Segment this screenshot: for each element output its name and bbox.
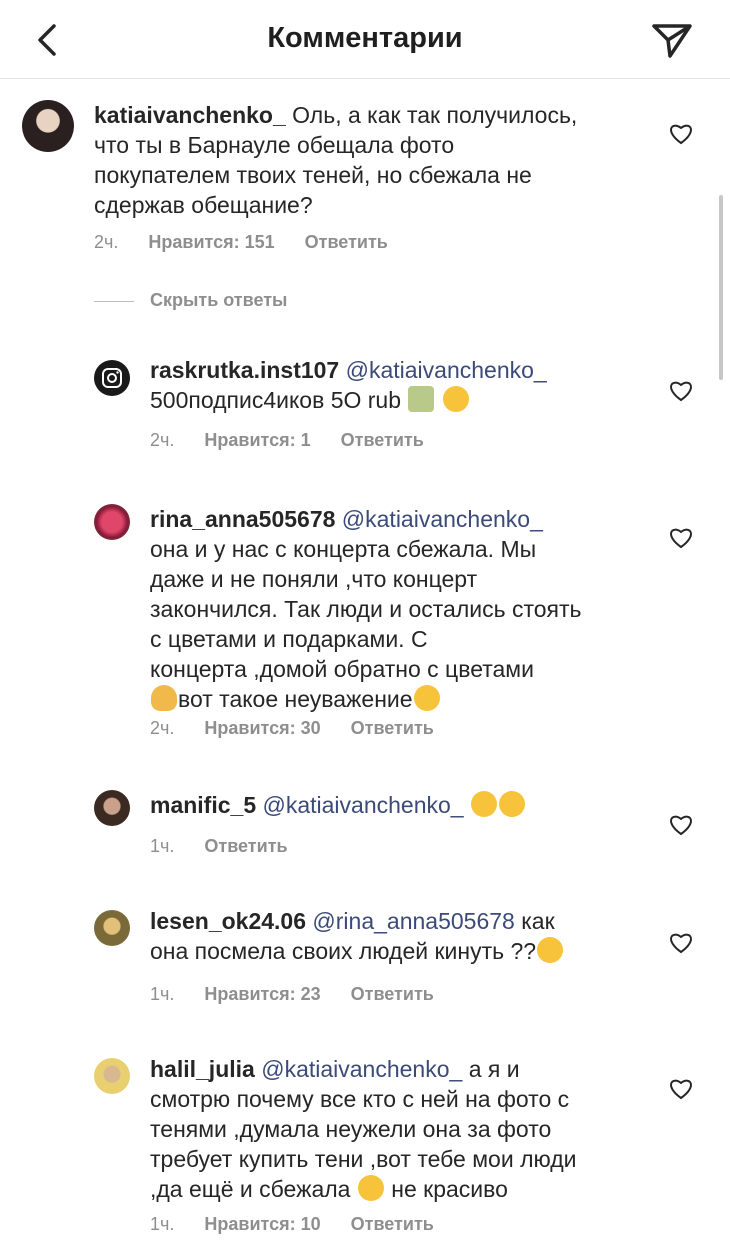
reply-button[interactable]: Ответить [351, 718, 434, 739]
like-heart-icon[interactable] [668, 812, 694, 836]
comment-username[interactable]: katiaivanchenko_ [94, 102, 286, 128]
like-heart-icon[interactable] [668, 121, 694, 145]
reply-button[interactable]: Ответить [305, 232, 388, 253]
comment-time: 2ч. [94, 232, 119, 252]
likes-count[interactable]: Нравится: 23 [204, 984, 320, 1005]
mention-link[interactable]: @katiaivanchenko_ [263, 792, 464, 818]
facepalm-emoji-icon [151, 685, 177, 711]
comment-text: halil_julia @katiaivanchenko_ а я и смот… [150, 1056, 577, 1202]
avatar[interactable] [94, 790, 130, 826]
like-heart-icon[interactable] [668, 378, 694, 402]
smirk-emoji-icon [357, 1175, 384, 1201]
likes-count[interactable]: Нравится: 30 [204, 718, 320, 739]
comment-meta: 1ч. Нравится: 23 Ответить [150, 984, 434, 1005]
comment-username[interactable]: halil_julia [150, 1056, 255, 1082]
joy-emoji-icon [498, 791, 525, 817]
comment-meta: 1ч. Нравится: 10 Ответить [150, 1214, 434, 1235]
comment-text: raskrutka.inst107 @katiaivanchenko_ 500п… [150, 357, 547, 413]
mention-link[interactable]: @katiaivanchenko_ [346, 357, 547, 383]
mention-link[interactable]: @rina_anna505678 [312, 908, 514, 934]
comment-text: lesen_ok24.06 @rina_anna505678 как она п… [150, 906, 650, 966]
comment-meta: 1ч. Ответить [150, 836, 288, 857]
comment-username[interactable]: manific_5 [150, 792, 256, 818]
reply-button[interactable]: Ответить [204, 836, 287, 857]
reply-button[interactable]: Ответить [351, 984, 434, 1005]
joy-emoji-icon [470, 791, 497, 817]
comment-username[interactable]: rina_anna505678 [150, 506, 335, 532]
like-heart-icon[interactable] [668, 525, 694, 549]
likes-count[interactable]: Нравится: 10 [204, 1214, 320, 1235]
header-bar: Комментарии [0, 0, 730, 79]
avatar[interactable] [94, 1058, 130, 1094]
page-title: Комментарии [267, 22, 463, 54]
mention-link[interactable]: @katiaivanchenko_ [261, 1056, 462, 1082]
reply-button[interactable]: Ответить [341, 430, 424, 451]
comment-username[interactable]: raskrutka.inst107 [150, 357, 339, 383]
send-direct-icon[interactable] [650, 20, 694, 60]
comment-text: katiaivanchenko_ Оль, а как так получило… [94, 102, 578, 218]
mention-link[interactable]: @katiaivanchenko_ [342, 506, 543, 532]
comment-meta: 2ч. Нравится: 151 Ответить [94, 232, 418, 253]
like-heart-icon[interactable] [668, 1076, 694, 1100]
divider-line [94, 300, 134, 302]
comment-text: rina_anna505678 @katiaivanchenko_ она и … [150, 506, 582, 712]
scrollbar[interactable] [719, 195, 723, 380]
reply-button[interactable]: Ответить [351, 1214, 434, 1235]
avatar[interactable] [94, 910, 130, 946]
like-heart-icon[interactable] [668, 930, 694, 954]
heart-eyes-emoji-icon [442, 386, 469, 412]
comment-username[interactable]: lesen_ok24.06 [150, 908, 306, 934]
instagram-logo-icon [102, 368, 122, 388]
comment-meta: 2ч. Нравится: 1 Ответить [150, 430, 424, 451]
comment-text: manific_5 @katiaivanchenko_ [150, 790, 650, 820]
avatar[interactable] [94, 504, 130, 540]
comment-meta: 2ч. Нравится: 30 Ответить [150, 718, 434, 739]
joy-emoji-icon [537, 937, 564, 963]
money-emoji-icon [408, 386, 435, 412]
unamused-emoji-icon [413, 685, 440, 711]
avatar[interactable] [94, 360, 130, 396]
likes-count[interactable]: Нравится: 151 [148, 232, 274, 253]
hide-replies-button[interactable]: Скрыть ответы [94, 290, 287, 311]
avatar[interactable] [22, 100, 74, 152]
likes-count[interactable]: Нравится: 1 [204, 430, 310, 451]
